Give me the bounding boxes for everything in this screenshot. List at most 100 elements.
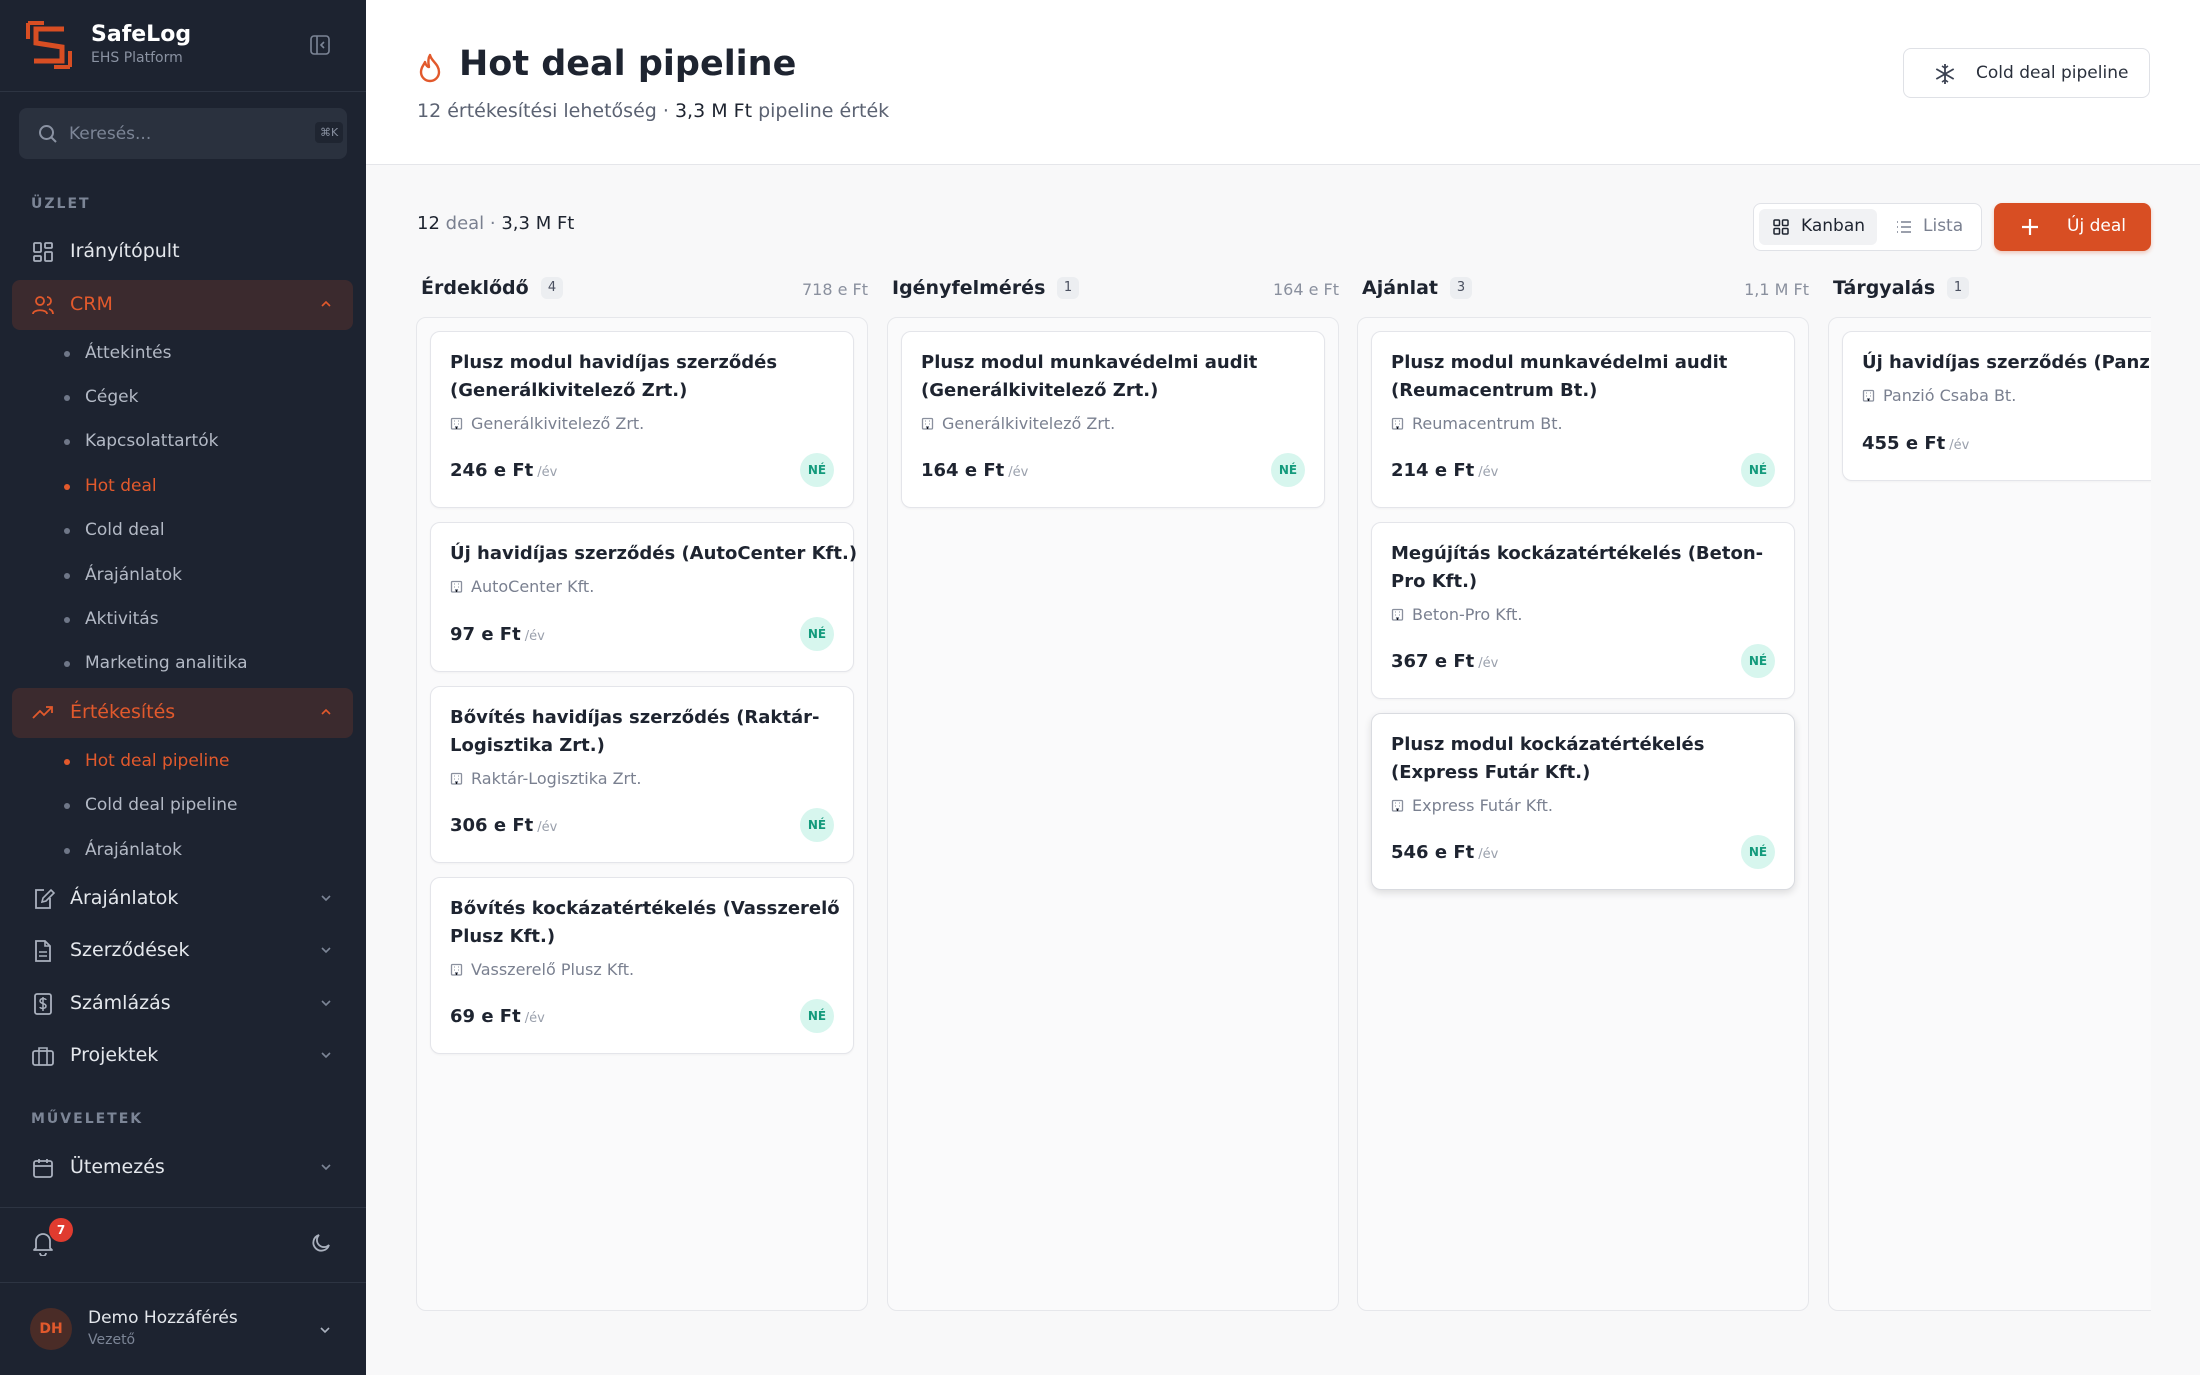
chevron-down-icon[interactable]	[318, 1323, 332, 1337]
nav-sales-label: Értékesítés	[70, 701, 176, 723]
sidebar-item-label: Hot deal	[85, 476, 157, 496]
building-icon	[450, 417, 463, 430]
deal-amount-value: 546 e Ft	[1391, 842, 1475, 863]
chevron-down-icon	[321, 947, 331, 954]
brand-header: SafeLog EHS Platform	[0, 0, 366, 92]
deal-card[interactable]: Megújítás kockázatértékelés (Beton-Pro K…	[1371, 522, 1795, 699]
deal-card[interactable]: Bővítés kockázatértékelés (Vasszerelő Pl…	[430, 877, 854, 1054]
document-icon	[35, 940, 51, 962]
column-count-badge: 1	[1947, 277, 1969, 299]
nav-contracts[interactable]: Szerződések	[12, 926, 353, 976]
deal-company-name: Beton-Pro Kft.	[1412, 605, 1523, 624]
column-count-badge: 3	[1450, 277, 1472, 299]
chevron-down-icon	[321, 1000, 331, 1007]
deal-count-word: deal	[445, 213, 485, 234]
deal-card[interactable]: Plusz modul munkavédelmi audit (Generálk…	[901, 331, 1325, 508]
deal-company-name: Generálkivitelező Zrt.	[471, 414, 645, 433]
deal-amount-period: /év	[537, 820, 558, 835]
deal-company: Vasszerelő Plusz Kft.	[450, 960, 634, 979]
avatar[interactable]: DH	[30, 1308, 72, 1350]
deal-count-summary: 12 deal · 3,3 M Ft	[417, 213, 575, 234]
deal-amount-period: /év	[1008, 465, 1029, 480]
page-subtitle: 12 értékesítési lehetőség · 3,3 M Ft pip…	[417, 100, 889, 122]
deal-amount: 97 e Ft/év	[450, 624, 545, 645]
cold-pipeline-button[interactable]: Cold deal pipeline	[1903, 48, 2150, 98]
sidebar-item-label: Cégek	[85, 387, 139, 407]
deal-card[interactable]: Plusz modul havidíjas szerződés (Generál…	[430, 331, 854, 508]
deal-title: Új havidíjas szerződés (AutoCenter Kft.)	[450, 543, 858, 564]
deal-title: Plusz modul munkavédelmi audit (Generálk…	[921, 352, 1258, 401]
owner-tag: NÉ	[800, 453, 834, 487]
kanban-view-button[interactable]: Kanban	[1759, 209, 1877, 245]
subtitle-value: 3,3 M Ft	[674, 100, 753, 122]
deal-card[interactable]: Bővítés havidíjas szerződés (Raktár-Logi…	[430, 686, 854, 863]
list-label: Lista	[1923, 216, 1964, 236]
deal-amount-value: 306 e Ft	[450, 815, 534, 836]
owner-tag: NÉ	[800, 999, 834, 1033]
deal-card[interactable]: Plusz modul kockázatértékelés (Express F…	[1371, 713, 1795, 890]
nav-billing-label: Számlázás	[70, 992, 171, 1014]
nav-projects-label: Projektek	[70, 1044, 159, 1066]
list-view-button[interactable]: Lista	[1892, 209, 1978, 245]
deal-card[interactable]: Plusz modul munkavédelmi audit (Reumacen…	[1371, 331, 1795, 508]
nav-crm-label: CRM	[70, 293, 113, 315]
deal-amount-period: /év	[1478, 465, 1499, 480]
trending-up-icon	[32, 706, 53, 719]
nav-dashboard[interactable]: Irányítópult	[12, 227, 353, 277]
deal-company-name: Express Futár Kft.	[1412, 796, 1553, 815]
chevron-down-icon	[321, 1164, 331, 1171]
search-input[interactable]	[69, 120, 289, 147]
deal-card[interactable]: Új havidíjas szerződés (Panzió Csaba Bt.…	[1842, 331, 2151, 481]
deal-amount: 306 e Ft/év	[450, 815, 557, 836]
owner-tag: NÉ	[1271, 453, 1305, 487]
view-toggle: Kanban Lista	[1753, 203, 1982, 251]
nav-schedule[interactable]: Ütemezés	[12, 1143, 353, 1193]
sidebar-item-label: Hot deal pipeline	[85, 751, 230, 771]
deal-company: Raktár-Logisztika Zrt.	[450, 769, 642, 788]
deal-count-number: 12	[417, 213, 440, 234]
deal-company-name: Vasszerelő Plusz Kft.	[471, 960, 635, 979]
column-title: Ajánlat	[1362, 277, 1438, 299]
section-label-operations: MŰVELETEK	[31, 1111, 144, 1127]
dashboard-grid-icon	[33, 242, 53, 262]
deal-card[interactable]: Új havidíjas szerződés (AutoCenter Kft.)…	[430, 522, 858, 672]
new-deal-label: Új deal	[2067, 216, 2126, 236]
nav-quotes[interactable]: Árajánlatok	[12, 874, 353, 924]
bullet-dot	[64, 661, 70, 667]
sidebar-item-label: Kapcsolattartók	[85, 431, 219, 451]
cold-pipeline-label: Cold deal pipeline	[1976, 63, 2129, 83]
subtitle-separator: ·	[656, 100, 675, 122]
column-count-badge: 4	[541, 277, 563, 299]
page-header: Hot deal pipeline 12 értékesítési lehető…	[366, 0, 2200, 165]
deal-amount-period: /év	[1478, 656, 1499, 671]
moon-icon[interactable]	[309, 1231, 333, 1255]
sidebar-search[interactable]: ⌘K	[19, 108, 347, 159]
deal-amount-value: 455 e Ft	[1862, 433, 1946, 454]
column-header: Érdeklődő 4 718 e Ft	[421, 275, 868, 305]
nav-projects[interactable]: Projektek	[12, 1031, 353, 1081]
deal-amount: 367 e Ft/év	[1391, 651, 1498, 672]
brand-subtitle: EHS Platform	[91, 50, 183, 66]
sidebar-item-label: Árajánlatok	[85, 565, 183, 585]
briefcase-icon	[32, 1047, 54, 1066]
nav-dashboard-label: Irányítópult	[70, 240, 180, 262]
brand-name: SafeLog	[91, 22, 192, 47]
deal-amount-value: 246 e Ft	[450, 460, 534, 481]
sidebar: SafeLog EHS Platform ⌘K ÜZLET Irányítópu…	[0, 0, 366, 1375]
sidebar-item-label: Marketing analitika	[85, 653, 248, 673]
deal-amount-period: /év	[1478, 847, 1499, 862]
column-sum: 718 e Ft	[801, 280, 868, 299]
sidebar-collapse-icon[interactable]	[309, 34, 331, 56]
nav-billing[interactable]: Számlázás	[12, 979, 353, 1029]
deal-title: Plusz modul munkavédelmi audit (Reumacen…	[1391, 352, 1728, 401]
deal-amount-period: /év	[524, 1011, 545, 1026]
nav-contracts-label: Szerződések	[70, 939, 190, 961]
new-deal-button[interactable]: Új deal	[1994, 203, 2151, 251]
column-header: Tárgyalás 1	[1833, 275, 2151, 305]
deal-company-name: AutoCenter Kft.	[471, 577, 595, 596]
deal-title: Megújítás kockázatértékelés (Beton-Pro K…	[1391, 543, 1764, 592]
nav-sales[interactable]: Értékesítés	[12, 688, 353, 738]
building-icon	[1391, 799, 1404, 812]
user-name[interactable]: Demo Hozzáférés	[88, 1308, 238, 1328]
nav-crm[interactable]: CRM	[12, 280, 353, 330]
